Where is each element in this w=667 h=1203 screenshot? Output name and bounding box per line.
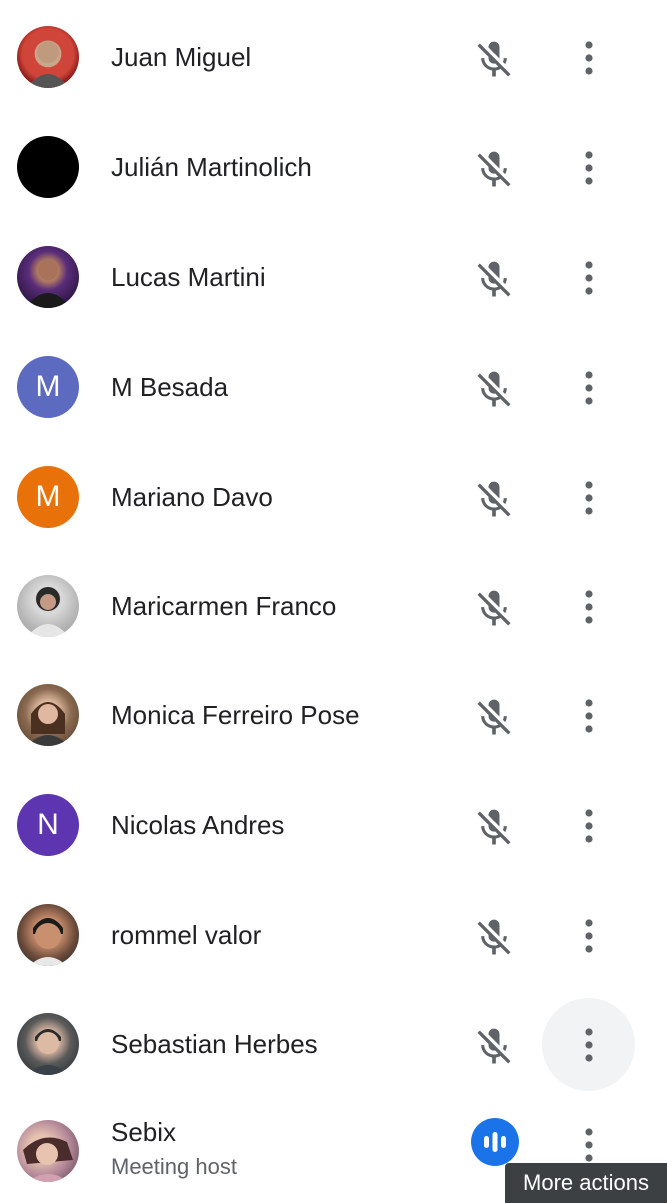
participant-role: Meeting host (111, 1154, 237, 1179)
avatar (17, 246, 79, 308)
participant-name: Sebix (111, 1117, 177, 1147)
mic-off-icon[interactable] (472, 148, 516, 192)
more-vert-icon (584, 480, 593, 515)
avatar (17, 1120, 79, 1182)
avatar (17, 684, 79, 746)
avatar (17, 904, 79, 966)
participant-name: Monica Ferreiro Pose (111, 700, 360, 730)
avatar: M (17, 356, 79, 418)
more-vert-icon (584, 589, 593, 624)
avatar: N (17, 794, 79, 856)
participant-name: Sebastian Herbes (111, 1029, 318, 1059)
more-vert-icon (584, 1127, 593, 1162)
more-vert-icon (584, 370, 593, 405)
more-actions-button[interactable] (542, 451, 635, 544)
participant-row[interactable]: Juan Miguel (0, 2, 667, 112)
more-vert-icon (584, 40, 593, 75)
participant-name: Juan Miguel (111, 42, 252, 72)
more-actions-button[interactable] (542, 669, 635, 762)
participant-name: rommel valor (111, 920, 262, 950)
avatar (17, 26, 79, 88)
participant-name: Julián Martinolich (111, 152, 312, 182)
participant-row[interactable]: N Nicolas Andres (0, 770, 667, 880)
participant-name: Maricarmen Franco (111, 591, 337, 621)
participant-row[interactable]: Julián Martinolich (0, 112, 667, 222)
mic-off-icon[interactable] (472, 806, 516, 850)
avatar (17, 575, 79, 637)
participant-row[interactable]: Lucas Martini (0, 222, 667, 332)
participant-row[interactable]: M Mariano Davo (0, 442, 667, 552)
more-vert-icon (584, 698, 593, 733)
participant-row[interactable]: Maricarmen Franco (0, 551, 667, 661)
more-vert-icon (584, 150, 593, 185)
mic-off-icon[interactable] (472, 916, 516, 960)
mic-off-icon[interactable] (472, 1025, 516, 1069)
more-actions-button[interactable] (542, 560, 635, 653)
participant-row[interactable]: Monica Ferreiro Pose (0, 660, 667, 770)
participant-row[interactable]: rommel valor (0, 880, 667, 990)
mic-off-icon[interactable] (472, 696, 516, 740)
more-actions-button[interactable] (542, 889, 635, 982)
more-actions-button[interactable] (542, 341, 635, 434)
participant-name: M Besada (111, 372, 229, 402)
participant-name: Lucas Martini (111, 262, 266, 292)
more-vert-icon (584, 808, 593, 843)
mic-off-icon[interactable] (472, 587, 516, 631)
avatar: M (17, 466, 79, 528)
more-actions-button[interactable] (542, 11, 635, 104)
more-actions-tooltip: More actions (505, 1163, 667, 1203)
audio-level-indicator (471, 1118, 519, 1166)
avatar (17, 1013, 79, 1075)
mic-off-icon[interactable] (472, 368, 516, 412)
participant-name: Nicolas Andres (111, 810, 285, 840)
avatar (17, 136, 79, 198)
mic-off-icon[interactable] (472, 478, 516, 522)
participant-row[interactable]: Sebastian Herbes (0, 989, 667, 1099)
mic-off-icon[interactable] (472, 38, 516, 82)
more-actions-button[interactable] (542, 779, 635, 872)
more-actions-button[interactable] (542, 231, 635, 324)
more-actions-button[interactable] (542, 121, 635, 214)
more-vert-icon (584, 918, 593, 953)
participant-name: Mariano Davo (111, 482, 273, 512)
participant-row[interactable]: M M Besada (0, 332, 667, 442)
more-actions-button[interactable] (542, 998, 635, 1091)
more-vert-icon (584, 1027, 593, 1062)
more-vert-icon (584, 260, 593, 295)
audio-level-icon (484, 1132, 506, 1152)
mic-off-icon[interactable] (472, 258, 516, 302)
